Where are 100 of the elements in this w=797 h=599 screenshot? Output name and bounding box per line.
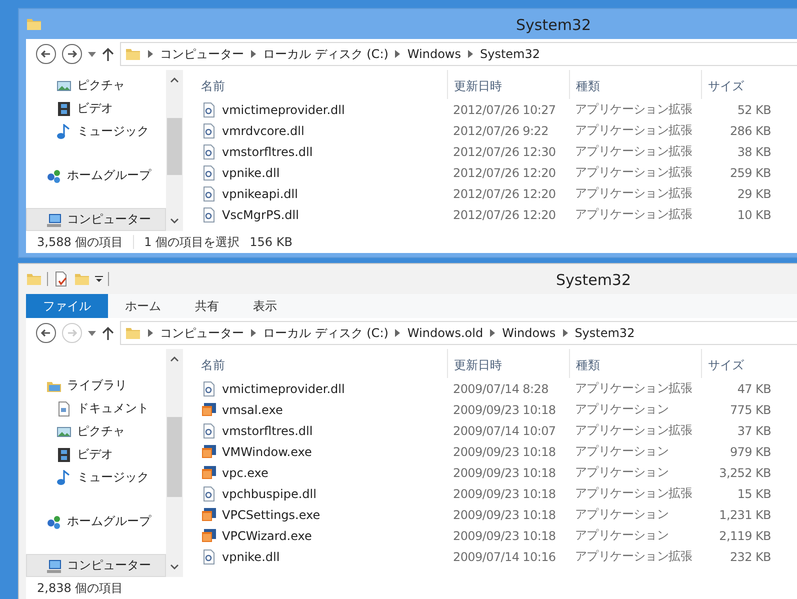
nav-pane-item[interactable]: ミュージック: [26, 466, 166, 489]
column-header[interactable]: 種類: [569, 70, 701, 99]
breadcrumb[interactable]: System32: [480, 47, 540, 61]
breadcrumb[interactable]: ローカル ディスク (C:): [263, 324, 388, 342]
back-button[interactable]: [36, 323, 56, 343]
breadcrumb-arrow-icon[interactable]: [251, 329, 256, 337]
breadcrumb-arrow-icon[interactable]: [562, 329, 568, 337]
up-arrow-icon[interactable]: [102, 47, 114, 61]
breadcrumb-arrow-icon[interactable]: [395, 50, 400, 58]
modified-date: 2009/09/23 10:18: [452, 444, 557, 460]
column-header[interactable]: 更新日時: [447, 349, 569, 378]
application-window-icon: [201, 506, 217, 522]
file-type: アプリケーション: [574, 527, 670, 544]
recent-locations-caret-icon[interactable]: [88, 330, 96, 336]
file-type: アプリケーション: [574, 506, 670, 523]
file-size: 1,231 KB: [718, 506, 772, 524]
breadcrumb[interactable]: コンピューター: [160, 46, 244, 62]
breadcrumb-arrow-icon[interactable]: [251, 50, 256, 58]
up-arrow-icon[interactable]: [102, 326, 114, 340]
folder-icon: [26, 271, 42, 287]
nav-pane-item[interactable]: ピクチャ: [26, 74, 166, 97]
file-name[interactable]: vmstorfltres.dll: [195, 141, 447, 162]
file-name[interactable]: vmstorfltres.dll: [195, 420, 447, 441]
modified-date: 2009/09/23 10:18: [452, 506, 557, 524]
item-count: 2,838 個の項目: [37, 580, 124, 596]
ribbon-tab[interactable]: ファイル: [26, 294, 108, 318]
file-size: 29 KB: [736, 186, 772, 202]
column-header[interactable]: サイズ: [701, 70, 775, 99]
breadcrumb[interactable]: Windows: [407, 47, 461, 61]
recent-locations-caret-icon[interactable]: [88, 52, 96, 56]
file-name[interactable]: vpnike.dll: [195, 546, 447, 567]
homegroup-icon: [46, 168, 62, 184]
file-name[interactable]: vpnikeapi.dll: [195, 183, 447, 204]
nav-pane-item[interactable]: ビデオ: [26, 97, 166, 120]
file-name[interactable]: VPCWizard.exe: [195, 525, 447, 546]
film-strip-icon: [56, 100, 72, 116]
file-name[interactable]: vmictimeprovider.dll: [195, 99, 447, 120]
selection-info: 1 個の項目を選択: [144, 234, 240, 250]
nav-pane-item[interactable]: コンピューター: [26, 208, 166, 231]
column-header[interactable]: 名前: [195, 349, 447, 378]
breadcrumb[interactable]: Windows.old: [407, 326, 484, 340]
music-note-icon: [56, 470, 72, 486]
file-name[interactable]: VscMgrPS.dll: [195, 204, 447, 225]
file-name[interactable]: vmsal.exe: [195, 399, 447, 420]
forward-arrow-icon[interactable]: [66, 48, 78, 60]
nav-pane-item[interactable]: ホームグループ: [26, 510, 166, 533]
address-bar[interactable]: コンピューター ローカル ディスク (C:) Windows System32: [120, 42, 797, 66]
file-type: アプリケーション拡張: [574, 380, 694, 397]
nav-pane-item[interactable]: ホームグループ: [26, 164, 166, 187]
back-button[interactable]: [36, 44, 56, 64]
file-name[interactable]: vmrdvcore.dll: [195, 120, 447, 141]
back-arrow-icon[interactable]: [40, 327, 52, 339]
ribbon-tab[interactable]: 表示: [236, 294, 294, 318]
column-header[interactable]: 種類: [569, 349, 701, 378]
nav-pane-item[interactable]: ミュージック: [26, 120, 166, 143]
dll-file-icon: [201, 422, 217, 438]
file-name[interactable]: vpchbuspipe.dll: [195, 483, 447, 504]
window-title: System32: [516, 16, 592, 34]
breadcrumb[interactable]: System32: [574, 326, 635, 340]
ribbon-tab[interactable]: ホーム: [108, 294, 178, 318]
file-size: 979 KB: [728, 444, 772, 460]
properties-icon[interactable]: [53, 271, 69, 287]
column-header[interactable]: 名前: [195, 70, 447, 99]
file-name[interactable]: vmictimeprovider.dll: [195, 378, 447, 399]
breadcrumb-arrow-icon[interactable]: [490, 329, 496, 337]
address-bar[interactable]: コンピューター ローカル ディスク (C:) Windows.old Windows System32: [120, 321, 797, 345]
file-size: 38 KB: [736, 144, 772, 160]
file-name[interactable]: vpc.exe: [195, 462, 447, 483]
back-arrow-icon[interactable]: [40, 48, 52, 60]
breadcrumb-arrow-icon[interactable]: [468, 50, 473, 58]
file-name[interactable]: VMWindow.exe: [195, 441, 447, 462]
nav-pane-item[interactable]: コンピューター: [26, 554, 166, 577]
ribbon-tab[interactable]: 共有: [178, 294, 236, 318]
file-name[interactable]: vpnike.dll: [195, 162, 447, 183]
file-type: アプリケーション拡張: [574, 548, 694, 565]
dll-file-icon: [201, 144, 217, 160]
new-folder-icon: [74, 271, 90, 287]
breadcrumb[interactable]: Windows: [502, 326, 556, 340]
breadcrumb-arrow-icon[interactable]: [395, 329, 400, 337]
breadcrumb-arrow-icon[interactable]: [148, 329, 153, 337]
nav-pane-item[interactable]: ピクチャ: [26, 420, 166, 443]
folder-icon: [125, 325, 141, 341]
nav-pane-item[interactable]: ビデオ: [26, 443, 166, 466]
forward-button[interactable]: [62, 44, 82, 64]
folder-icon: [125, 46, 141, 62]
breadcrumb[interactable]: ローカル ディスク (C:): [263, 46, 388, 62]
file-size: 259 KB: [728, 164, 772, 182]
file-name[interactable]: VPCSettings.exe: [195, 504, 447, 525]
scrollbar[interactable]: [166, 70, 183, 231]
file-type: アプリケーション拡張: [574, 485, 694, 502]
file-size: 286 KB: [728, 122, 772, 140]
item-count: 3,588 個の項目: [37, 234, 124, 250]
column-header[interactable]: サイズ: [701, 349, 775, 378]
scrollbar[interactable]: [166, 349, 183, 577]
breadcrumb-arrow-icon[interactable]: [148, 50, 153, 58]
column-header[interactable]: 更新日時: [447, 70, 569, 99]
dropdown-caret-icon[interactable]: [95, 275, 103, 283]
nav-pane-item[interactable]: ライブラリ: [26, 374, 166, 397]
breadcrumb[interactable]: コンピューター: [160, 324, 244, 342]
nav-pane-item[interactable]: ドキュメント: [26, 397, 166, 420]
